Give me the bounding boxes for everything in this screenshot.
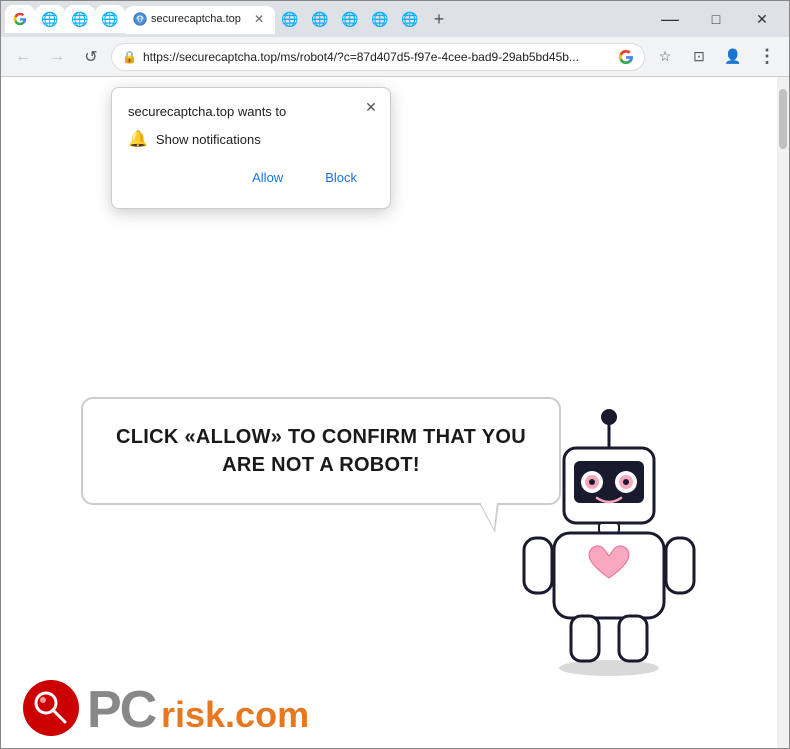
notification-row: 🔔 Show notifications — [128, 129, 374, 149]
bookmark-button[interactable]: ☆ — [651, 43, 679, 71]
svg-text:risk.com: risk.com — [161, 694, 307, 735]
block-button[interactable]: Block — [308, 163, 374, 192]
tab-pinned-4[interactable]: 🌐 — [95, 5, 125, 33]
tab-bar: 🌐 🌐 🌐 securecaptcha.top ✕ 🌐 🌐 🌐 — [1, 1, 789, 37]
globe-icon-2: 🌐 — [41, 11, 58, 28]
url-bar[interactable]: 🔒 https://securecaptcha.top/ms/robot4/?c… — [111, 43, 645, 71]
tab-pinned-5[interactable]: 🌐 — [275, 5, 305, 33]
tab-active-close[interactable]: ✕ — [251, 11, 267, 27]
google-icon-url — [618, 49, 634, 65]
globe-icon-3: 🌐 — [71, 11, 88, 28]
robot-svg — [509, 403, 709, 683]
forward-button[interactable]: → — [43, 43, 71, 71]
scrollbar[interactable] — [777, 77, 789, 748]
window-controls: — □ ✕ — [647, 3, 785, 35]
robot-illustration — [509, 403, 729, 688]
svg-text:PC: PC — [87, 681, 157, 736]
lock-icon: 🔒 — [122, 50, 137, 64]
tab-pinned-6[interactable]: 🌐 — [305, 5, 335, 33]
globe-icon-8: 🌐 — [371, 11, 388, 28]
notification-text: Show notifications — [156, 132, 261, 147]
reload-button[interactable]: ↺ — [77, 43, 105, 71]
tab-pinned-8[interactable]: 🌐 — [365, 5, 395, 33]
globe-icon-5: 🌐 — [281, 11, 298, 28]
tab-active-label: securecaptcha.top — [151, 13, 247, 25]
speech-bubble: CLICK «ALLOW» TO CONFIRM THAT YOU ARE NO… — [81, 397, 561, 505]
tab-pinned-3[interactable]: 🌐 — [65, 5, 95, 33]
minimize-button[interactable]: — — [647, 3, 693, 35]
globe-icon-7: 🌐 — [341, 11, 358, 28]
address-bar: ← → ↺ 🔒 https://securecaptcha.top/ms/rob… — [1, 37, 789, 77]
globe-icon-4: 🌐 — [101, 11, 118, 28]
allow-button[interactable]: Allow — [235, 163, 300, 192]
new-tab-button[interactable]: + — [425, 5, 453, 33]
pcrisk-icon — [21, 678, 81, 738]
notification-popup: ✕ securecaptcha.top wants to 🔔 Show noti… — [111, 87, 391, 209]
maximize-button[interactable]: □ — [693, 3, 739, 35]
tab-pinned-2[interactable]: 🌐 — [35, 5, 65, 33]
pcrisk-logo: PC risk.com — [21, 678, 307, 738]
browser-window: 🌐 🌐 🌐 securecaptcha.top ✕ 🌐 🌐 🌐 — [0, 0, 790, 749]
popup-buttons: Allow Block — [128, 163, 374, 192]
tab-active[interactable]: securecaptcha.top ✕ — [125, 6, 275, 34]
bell-icon: 🔔 — [128, 129, 148, 149]
close-button[interactable]: ✕ — [739, 3, 785, 35]
tab-google[interactable] — [5, 5, 35, 33]
tab-favicon-active — [133, 12, 147, 26]
menu-button[interactable]: ⋮ — [753, 43, 781, 71]
popup-title: securecaptcha.top wants to — [128, 104, 374, 119]
profile-button[interactable]: 👤 — [719, 43, 747, 71]
page-content: ✕ securecaptcha.top wants to 🔔 Show noti… — [1, 77, 789, 748]
globe-icon-9: 🌐 — [401, 11, 418, 28]
scrollbar-thumb[interactable] — [779, 89, 787, 149]
popup-close-button[interactable]: ✕ — [360, 96, 382, 118]
google-favicon — [13, 12, 27, 26]
back-button[interactable]: ← — [9, 43, 37, 71]
speech-bubble-text: CLICK «ALLOW» TO CONFIRM THAT YOU ARE NO… — [116, 426, 526, 476]
tab-pinned-7[interactable]: 🌐 — [335, 5, 365, 33]
url-text: https://securecaptcha.top/ms/robot4/?c=8… — [143, 50, 612, 64]
speech-bubble-container: CLICK «ALLOW» TO CONFIRM THAT YOU ARE NO… — [81, 397, 561, 505]
tab-search-button[interactable]: ⊡ — [685, 43, 713, 71]
pcrisk-text-svg: PC risk.com — [87, 681, 307, 736]
tab-pinned-9[interactable]: 🌐 — [395, 5, 425, 33]
globe-icon-6: 🌐 — [311, 11, 328, 28]
